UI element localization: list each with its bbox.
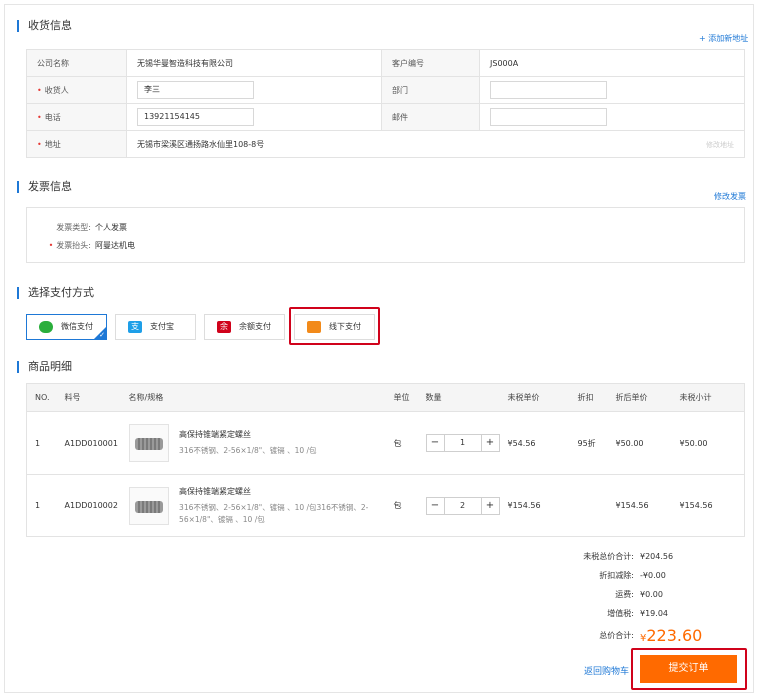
customer-no-label: 客户编号 bbox=[381, 49, 480, 77]
address-label: • 地址 bbox=[26, 130, 127, 158]
invoice-box: 发票类型: 个人发票 • 发票抬头: 阿曼达机电 bbox=[26, 207, 745, 263]
dept-label: 部门 bbox=[381, 76, 480, 104]
discount-value bbox=[569, 474, 608, 537]
company-label: 公司名称 bbox=[26, 49, 127, 77]
minus-button[interactable]: − bbox=[427, 435, 444, 451]
phone-label: • 电话 bbox=[26, 103, 127, 131]
invoice-type-value: 个人发票 bbox=[95, 223, 127, 232]
products-table: NO. 料号 名称/规格 单位 数量 未税单价 折扣 折后单价 未税小计 1 A… bbox=[26, 383, 745, 537]
plus-button[interactable]: + bbox=[482, 498, 499, 514]
table-row: 1 A1DD010002 高保持锥端紧定螺丝 316不锈钢、2-56×1/8"、… bbox=[26, 474, 745, 537]
wechat-icon bbox=[39, 321, 53, 333]
minus-button[interactable]: − bbox=[427, 498, 444, 514]
invoice-section-title: 发票信息 bbox=[17, 181, 72, 193]
invoice-header-row: • 发票抬头: 阿曼达机电 bbox=[48, 241, 135, 250]
email-input[interactable] bbox=[490, 108, 607, 126]
discount-row: 折扣减除: -¥0.00 bbox=[599, 571, 666, 580]
plus-button[interactable]: + bbox=[482, 435, 499, 451]
quantity-input[interactable]: 1 bbox=[443, 435, 482, 451]
product-spec: 316不锈钢、2-56×1/8"、镀镉 、10 /包 bbox=[179, 446, 317, 455]
product-name[interactable]: 高保持锥端紧定螺丝 bbox=[179, 429, 379, 440]
vat-row: 增值税: ¥19.04 bbox=[607, 609, 668, 618]
product-thumbnail[interactable] bbox=[128, 424, 169, 462]
pay-wechat-option[interactable]: 微信支付 ✓ bbox=[26, 314, 107, 340]
back-to-cart-link[interactable]: 返回购物车 bbox=[584, 664, 629, 677]
freight-row: 运费: ¥0.00 bbox=[615, 590, 663, 599]
pay-alipay-option[interactable]: 支 支付宝 bbox=[115, 314, 196, 340]
highlight-offline-payment bbox=[289, 307, 380, 345]
product-spec: 316不锈钢、2-56×1/8"、镀镉 、10 /包316不锈钢、2-56×1/… bbox=[179, 502, 369, 524]
shipping-section-title: 收货信息 bbox=[17, 20, 72, 32]
email-label: 邮件 bbox=[381, 103, 480, 131]
phone-input[interactable]: 13921154145 bbox=[137, 108, 254, 126]
shipping-table: 公司名称 无锡华曼智造科技有限公司 客户编号 JS000A • 收货人 李三 部门… bbox=[26, 49, 745, 158]
quantity-input[interactable]: 2 bbox=[443, 497, 482, 514]
edit-address-link[interactable]: 修改地址 bbox=[706, 140, 734, 150]
highlight-submit-button bbox=[631, 648, 747, 690]
check-icon: ✓ bbox=[99, 331, 105, 339]
grand-total-value: 223.60 bbox=[646, 626, 703, 645]
quantity-stepper: − 1 + bbox=[425, 434, 500, 452]
add-address-link[interactable]: + 添加新地址 bbox=[699, 33, 748, 44]
quantity-stepper: − 2 + bbox=[425, 496, 500, 515]
products-header-row: NO. 料号 名称/规格 单位 数量 未税单价 折扣 折后单价 未税小计 bbox=[26, 383, 745, 412]
pay-balance-option[interactable]: 余 余额支付 bbox=[204, 314, 285, 340]
edit-invoice-link[interactable]: 修改发票 bbox=[714, 191, 746, 202]
payment-section-title: 选择支付方式 bbox=[17, 287, 94, 299]
grand-total-row: 总价合计: ¥223.60 bbox=[599, 626, 703, 645]
products-section-title: 商品明细 bbox=[17, 361, 72, 373]
table-row: 1 A1DD010001 高保持锥端紧定螺丝 316不锈钢、2-56×1/8"、… bbox=[26, 411, 745, 475]
discount-value: 95折 bbox=[569, 411, 608, 475]
product-thumbnail[interactable] bbox=[128, 486, 169, 525]
alipay-icon: 支 bbox=[128, 321, 142, 333]
receiver-label: • 收货人 bbox=[26, 76, 127, 104]
dept-input[interactable] bbox=[490, 81, 607, 99]
receiver-input[interactable]: 李三 bbox=[137, 81, 254, 99]
pretax-total-row: 未税总价合计: ¥204.56 bbox=[583, 552, 674, 561]
customer-no-value: JS000A bbox=[479, 49, 745, 77]
balance-icon: 余 bbox=[217, 321, 231, 333]
invoice-header-value: 阿曼达机电 bbox=[95, 241, 135, 250]
address-value: 无锡市梁溪区通扬路水仙里108-8号 修改地址 bbox=[126, 130, 745, 158]
product-name[interactable]: 高保持锥端紧定螺丝 bbox=[179, 486, 379, 497]
invoice-type-row: 发票类型: 个人发票 bbox=[56, 223, 127, 232]
company-value: 无锡华曼智造科技有限公司 bbox=[126, 49, 382, 77]
